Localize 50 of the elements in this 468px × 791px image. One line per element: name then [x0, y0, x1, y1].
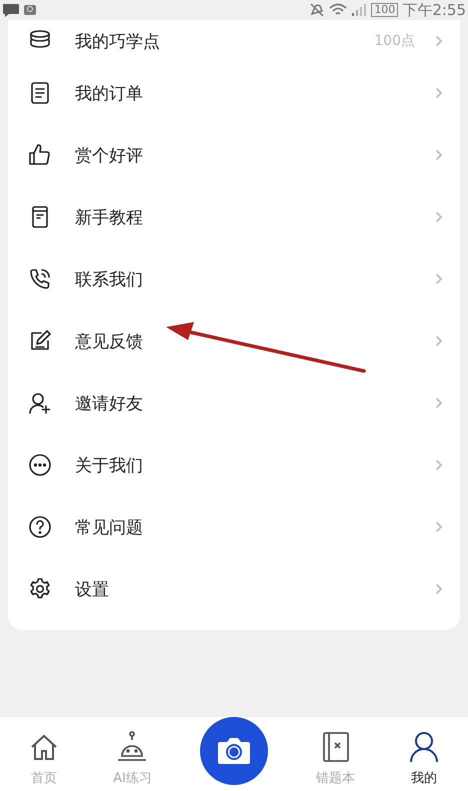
phone-icon	[28, 267, 52, 291]
menu-label: 联系我们	[75, 268, 143, 290]
menu-label: 我的巧学点	[75, 30, 160, 52]
clock-time: 下午2:55	[402, 0, 466, 20]
document-icon	[28, 81, 52, 105]
menu-item[interactable]: 我的订单	[8, 62, 460, 124]
chevron-right-icon	[435, 273, 443, 285]
home-icon	[29, 733, 60, 763]
menu-label: 关于我们	[75, 454, 143, 476]
menu-label: 意见反馈	[75, 330, 143, 352]
menu-label: 设置	[75, 578, 109, 600]
menu-item[interactable]: 联系我们	[8, 248, 460, 310]
add-user-icon	[28, 391, 52, 415]
app-icon	[24, 5, 36, 15]
chevron-right-icon	[435, 397, 443, 409]
menu-item[interactable]: 设置	[8, 558, 460, 620]
menu-item[interactable]: 邀请好友	[8, 372, 460, 434]
menu-label: 我的订单	[75, 82, 143, 104]
battery-level: 100	[371, 3, 398, 17]
menu-item[interactable]: 意见反馈	[8, 310, 460, 372]
mute-icon	[309, 3, 326, 17]
chevron-right-icon	[435, 459, 443, 471]
chat-icon	[2, 3, 20, 17]
signal-icon	[351, 3, 368, 17]
chevron-right-icon	[435, 335, 443, 347]
edit-icon	[28, 329, 52, 353]
menu-label: 常见问题	[75, 516, 143, 538]
person-icon	[408, 731, 439, 763]
wrong-book-icon	[322, 731, 350, 763]
more-icon	[28, 453, 52, 477]
chevron-right-icon	[435, 149, 443, 161]
tab-item[interactable]: 我的	[380, 725, 468, 787]
chevron-right-icon	[435, 521, 443, 533]
points-value: 100点	[374, 32, 415, 50]
menu-item[interactable]: 赏个好评	[8, 124, 460, 186]
settings-icon	[28, 577, 52, 601]
thumbs-up-icon	[28, 143, 52, 167]
menu-item[interactable]: 我的巧学点 100点	[8, 20, 460, 62]
help-icon	[28, 515, 52, 539]
menu-label: 邀请好友	[75, 392, 143, 414]
chevron-right-icon	[435, 583, 443, 595]
menu-item[interactable]: 关于我们	[8, 434, 460, 496]
wifi-icon	[329, 3, 348, 17]
chevron-right-icon	[435, 35, 443, 47]
chevron-right-icon	[435, 87, 443, 99]
menu-item[interactable]: 新手教程	[8, 186, 460, 248]
menu-label: 新手教程	[75, 206, 143, 228]
chevron-right-icon	[435, 211, 443, 223]
menu-item[interactable]: 常见问题	[8, 496, 460, 558]
menu-label: 赏个好评	[75, 144, 143, 166]
